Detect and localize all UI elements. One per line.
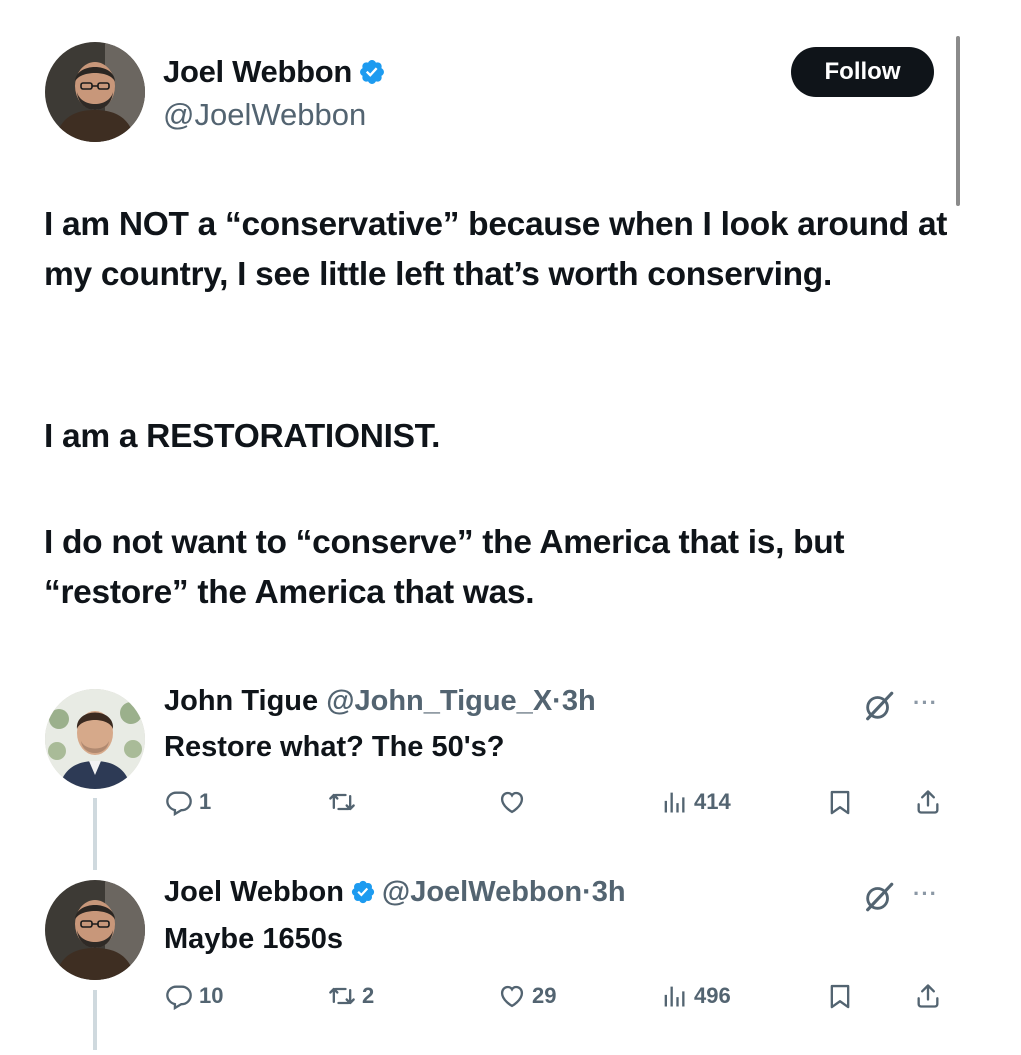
author-name-row[interactable]: Joel Webbon	[163, 54, 386, 90]
like-action[interactable]	[498, 788, 532, 816]
verified-badge-icon	[358, 58, 386, 86]
views-action[interactable]: 496	[660, 982, 731, 1010]
reply-action[interactable]: 1	[165, 788, 211, 816]
verified-badge-icon	[350, 879, 376, 905]
reply-header: John Tigue @John_Tigue_X·3h	[164, 685, 596, 718]
author-name[interactable]: Joel Webbon	[163, 54, 352, 89]
retweet-count: 2	[362, 983, 375, 1008]
separator-dot: ·	[552, 685, 562, 717]
thread-line	[93, 990, 97, 1050]
views-action[interactable]: 414	[660, 788, 731, 816]
share-action[interactable]	[914, 788, 942, 816]
share-action[interactable]	[914, 982, 942, 1010]
views-count: 414	[694, 789, 731, 814]
retweet-icon	[328, 788, 356, 816]
reply-icon	[165, 982, 193, 1010]
heart-icon	[498, 982, 526, 1010]
share-icon	[914, 982, 942, 1010]
reply-action[interactable]: 10	[165, 982, 223, 1010]
bookmark-action[interactable]	[826, 788, 854, 816]
retweet-action[interactable]: 2	[328, 982, 374, 1010]
reply-header: Joel Webbon @JoelWebbon·3h	[164, 876, 626, 909]
tweet-paragraph-2: I am a RESTORATIONIST.	[44, 418, 441, 455]
reply-time[interactable]: 3h	[562, 685, 596, 717]
reply-author-handle[interactable]: @JoelWebbon	[382, 876, 582, 908]
reply-count: 10	[199, 983, 224, 1008]
reply-time[interactable]: 3h	[592, 876, 626, 908]
reply-text: Restore what? The 50's?	[164, 731, 505, 763]
reply-avatar[interactable]	[45, 880, 145, 980]
more-icon[interactable]: ···	[913, 881, 938, 907]
reply-count: 1	[199, 789, 212, 814]
author-handle[interactable]: @JoelWebbon	[163, 97, 366, 133]
author-avatar[interactable]	[45, 42, 145, 142]
views-icon	[660, 788, 688, 816]
reply-text: Maybe 1650s	[164, 923, 343, 955]
grok-icon[interactable]	[862, 689, 896, 728]
bookmark-icon	[826, 788, 854, 816]
reply-avatar[interactable]	[45, 689, 145, 789]
separator-dot: ·	[582, 876, 592, 908]
grok-icon[interactable]	[862, 880, 896, 919]
more-icon[interactable]: ···	[913, 690, 938, 716]
retweet-icon	[328, 982, 356, 1010]
tweet-paragraph-1: I am NOT a “conservative” because when I…	[44, 206, 948, 293]
views-icon	[660, 982, 688, 1010]
tweet-paragraph-3: I do not want to “conserve” the America …	[44, 524, 845, 611]
scrollbar[interactable]	[956, 36, 960, 206]
reply-author-name[interactable]: John Tigue	[164, 685, 318, 717]
bookmark-action[interactable]	[826, 982, 854, 1010]
thread-line	[93, 798, 97, 870]
reply-icon	[165, 788, 193, 816]
like-action[interactable]: 29	[498, 982, 556, 1010]
bookmark-icon	[826, 982, 854, 1010]
reply-author-name[interactable]: Joel Webbon	[164, 876, 344, 908]
heart-icon	[498, 788, 526, 816]
share-icon	[914, 788, 942, 816]
reply-author-handle[interactable]: @John_Tigue_X	[326, 685, 552, 717]
views-count: 496	[694, 983, 731, 1008]
retweet-action[interactable]	[328, 788, 362, 816]
like-count: 29	[532, 983, 557, 1008]
follow-button[interactable]: Follow	[791, 47, 934, 97]
